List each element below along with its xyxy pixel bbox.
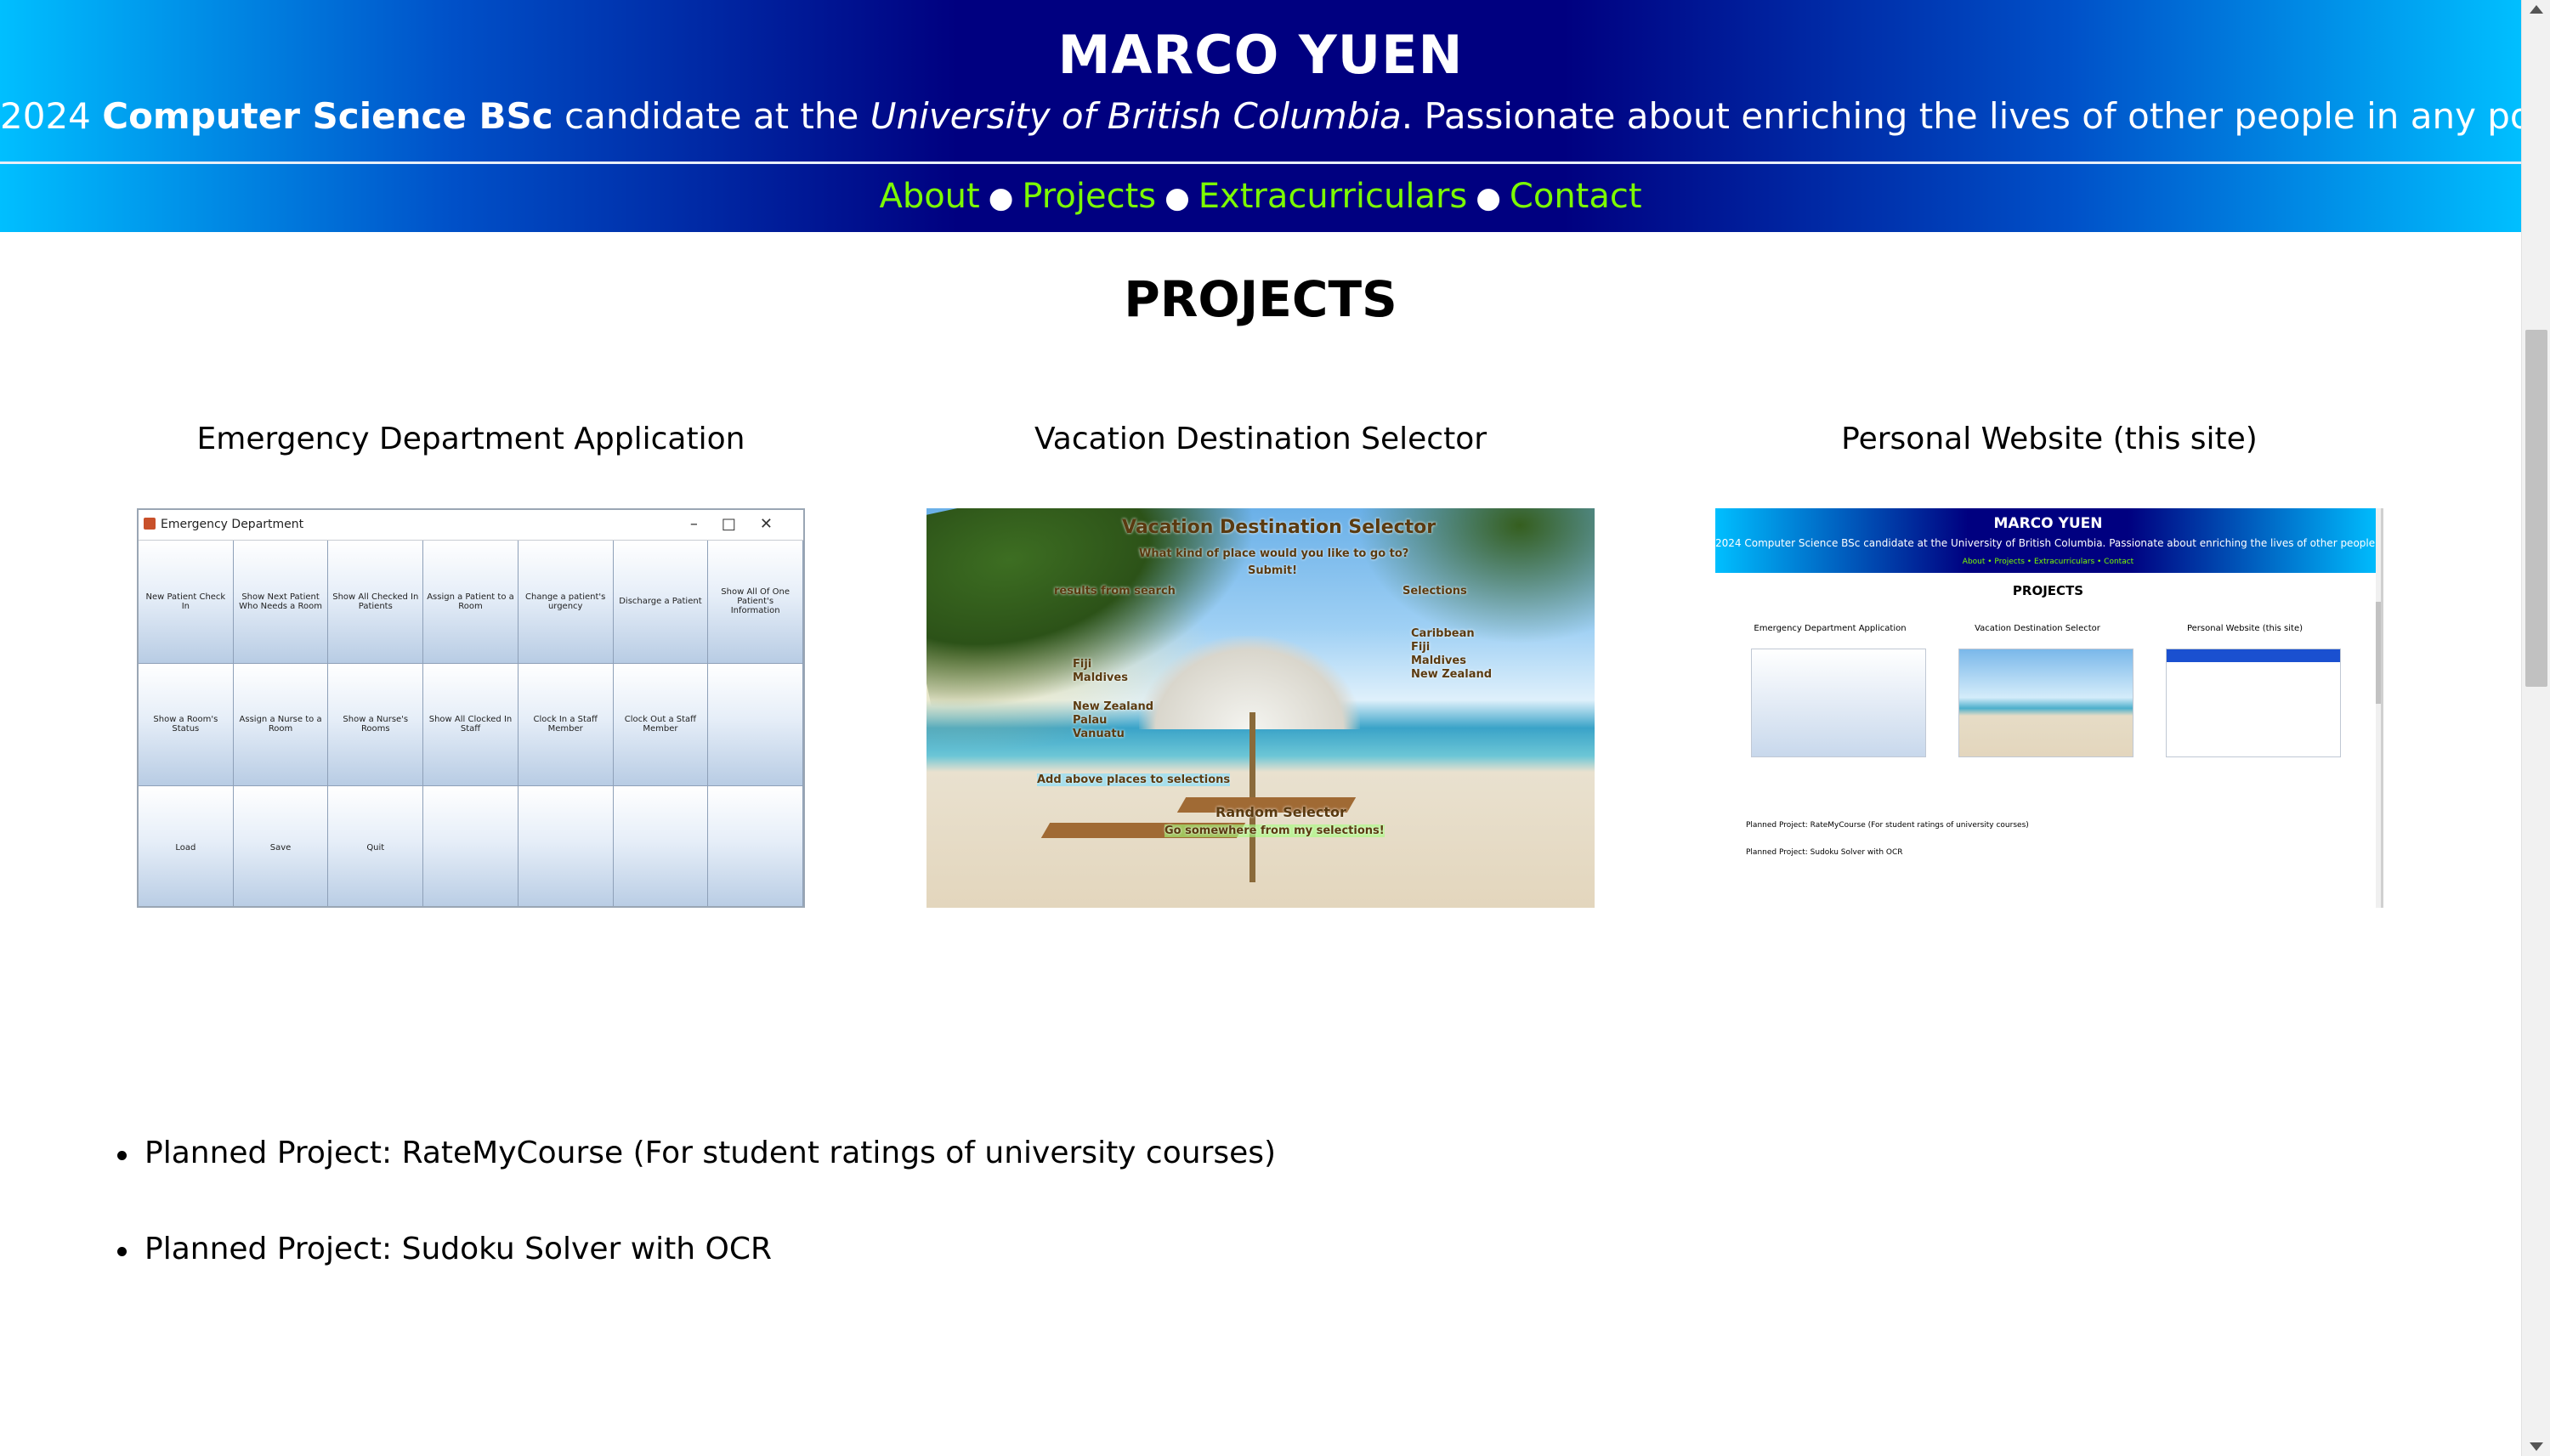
mini-thumb-emergency [1751, 649, 1926, 757]
list-item: Planned Project: Sudoku Solver with OCR [116, 1232, 1276, 1266]
option-item: Palau [1073, 714, 1108, 727]
window-title: Emergency Department [161, 518, 304, 531]
tagline-degree: Computer Science BSc [102, 95, 553, 137]
app-button [708, 786, 803, 906]
nav-link-projects[interactable]: Projects [1022, 177, 1156, 216]
mini-site-title: MARCO YUEN [1993, 515, 2103, 532]
tagline-rest: . Passionate about enriching the lives o… [1401, 95, 2521, 137]
header-divider [0, 161, 2521, 164]
mini-card-title: Emergency Department Application [1754, 624, 1907, 633]
page-scrollbar[interactable] [2521, 0, 2550, 1456]
selection-item: Caribbean [1411, 627, 1475, 640]
vacation-prompt: What kind of place would you like to go … [1139, 547, 1409, 560]
scrollbar-thumb[interactable] [2525, 330, 2547, 687]
vacation-selections-heading: Selections [1402, 585, 1467, 598]
vacation-random-heading: Random Selector [1216, 804, 1346, 820]
app-button [518, 786, 614, 906]
app-button: Discharge a Patient [613, 541, 709, 664]
selection-item: New Zealand [1411, 668, 1493, 681]
selection-item: Fiji [1411, 641, 1431, 654]
mini-tagline: 2024 Computer Science BSc candidate at t… [1715, 537, 2381, 549]
mini-list-item: Planned Project: RateMyCourse (For stude… [1746, 821, 2029, 830]
app-button: Show All Of One Patient's Information [708, 541, 803, 664]
app-button [708, 663, 803, 787]
window-titlebar: Emergency Department –□✕ [139, 510, 803, 541]
app-button: Change a patient's urgency [518, 541, 614, 664]
tagline: 2024 Computer Science BSc candidate at t… [0, 95, 2521, 137]
scroll-up-arrow-icon[interactable] [2530, 5, 2543, 14]
project-image-emergency[interactable]: Emergency Department –□✕ New Patient Che… [137, 508, 805, 908]
nav-separator: ● [1476, 181, 1501, 215]
vacation-submit: Submit! [1248, 564, 1298, 577]
main-nav: About ● Projects ● Extracurriculars ● Contact [0, 177, 2521, 216]
app-button [423, 786, 518, 906]
site-header: MARCO YUEN 2024 Computer Science BSc can… [0, 0, 2521, 232]
vacation-results-heading: results from search [1054, 585, 1176, 598]
app-button: Assign a Patient to a Room [423, 541, 518, 664]
app-button: Assign a Nurse to a Room [233, 663, 329, 787]
project-image-website[interactable]: MARCO YUEN 2024 Computer Science BSc can… [1715, 508, 2383, 908]
selection-item: Maldives [1411, 654, 1466, 667]
nav-separator: ● [988, 181, 1014, 215]
mini-card-title: Personal Website (this site) [2186, 624, 2304, 633]
project-image-vacation[interactable]: Vacation Destination Selector What kind … [926, 508, 1595, 908]
java-app-icon [144, 518, 156, 530]
window-controls: –□✕ [689, 515, 796, 533]
tagline-middle: candidate at the [564, 95, 859, 137]
tagline-year: 2024 [0, 95, 91, 137]
scroll-down-arrow-icon[interactable] [2530, 1442, 2543, 1451]
vacation-random-button: Go somewhere from my selections! [1164, 824, 1385, 837]
mini-projects-heading: PROJECTS [2012, 583, 2084, 598]
mini-site-header: MARCO YUEN 2024 Computer Science BSc can… [1715, 508, 2381, 573]
project-title-emergency: Emergency Department Application [196, 422, 745, 456]
nav-separator: ● [1164, 181, 1190, 215]
project-title-website: Personal Website (this site) [1841, 422, 2258, 456]
mini-list-item: Planned Project: Sudoku Solver with OCR [1746, 848, 1903, 857]
mini-card-title: Vacation Destination Selector [1975, 624, 2100, 633]
list-item: Planned Project: RateMyCourse (For stude… [116, 1136, 1277, 1170]
app-button: Show All Clocked In Staff [423, 663, 518, 787]
option-item: New Zealand [1073, 700, 1154, 713]
app-button: Show All Checked In Patients [328, 541, 424, 664]
tagline-university: University of British Columbia [870, 95, 1402, 137]
app-button: Show a Nurse's Rooms [328, 663, 424, 787]
projects-heading: PROJECTS [1124, 270, 1397, 328]
project-title-vacation: Vacation Destination Selector [1034, 422, 1488, 456]
mini-thumb-vacation [1958, 649, 2134, 757]
app-button: Clock Out a Staff Member [613, 663, 709, 787]
mini-scrollbar-thumb [2376, 602, 2381, 704]
page: MARCO YUEN 2024 Computer Science BSc can… [0, 0, 2521, 1456]
mini-nav: About • Projects • Extracurriculars • Co… [1962, 558, 2134, 566]
nav-link-extracurriculars[interactable]: Extracurriculars [1198, 177, 1467, 216]
app-button: Show Next Patient Who Needs a Room [233, 541, 329, 664]
app-button: Load [139, 786, 234, 906]
nav-link-contact[interactable]: Contact [1510, 177, 1642, 216]
mini-thumb-website [2166, 649, 2341, 757]
planned-projects-list: Planned Project: RateMyCourse (For stude… [116, 1136, 1277, 1328]
app-button: Quit [328, 786, 424, 906]
app-button: Clock In a Staff Member [518, 663, 614, 787]
app-button: Show a Room's Status [139, 663, 234, 787]
mini-scrollbar [2376, 508, 2381, 908]
app-button: Save [233, 786, 329, 906]
vacation-add-button: Add above places to selections [1037, 773, 1231, 786]
option-item: Vanuatu [1073, 728, 1125, 740]
vacation-heading: Vacation Destination Selector [1122, 517, 1436, 538]
app-button [613, 786, 709, 906]
button-grid: New Patient Check In Show Next Patient W… [139, 541, 803, 906]
option-item: Fiji [1073, 658, 1092, 671]
site-title: MARCO YUEN [1057, 24, 1464, 86]
option-item: Maldives [1073, 671, 1128, 684]
app-button: New Patient Check In [139, 541, 234, 664]
nav-link-about[interactable]: About [879, 177, 979, 216]
